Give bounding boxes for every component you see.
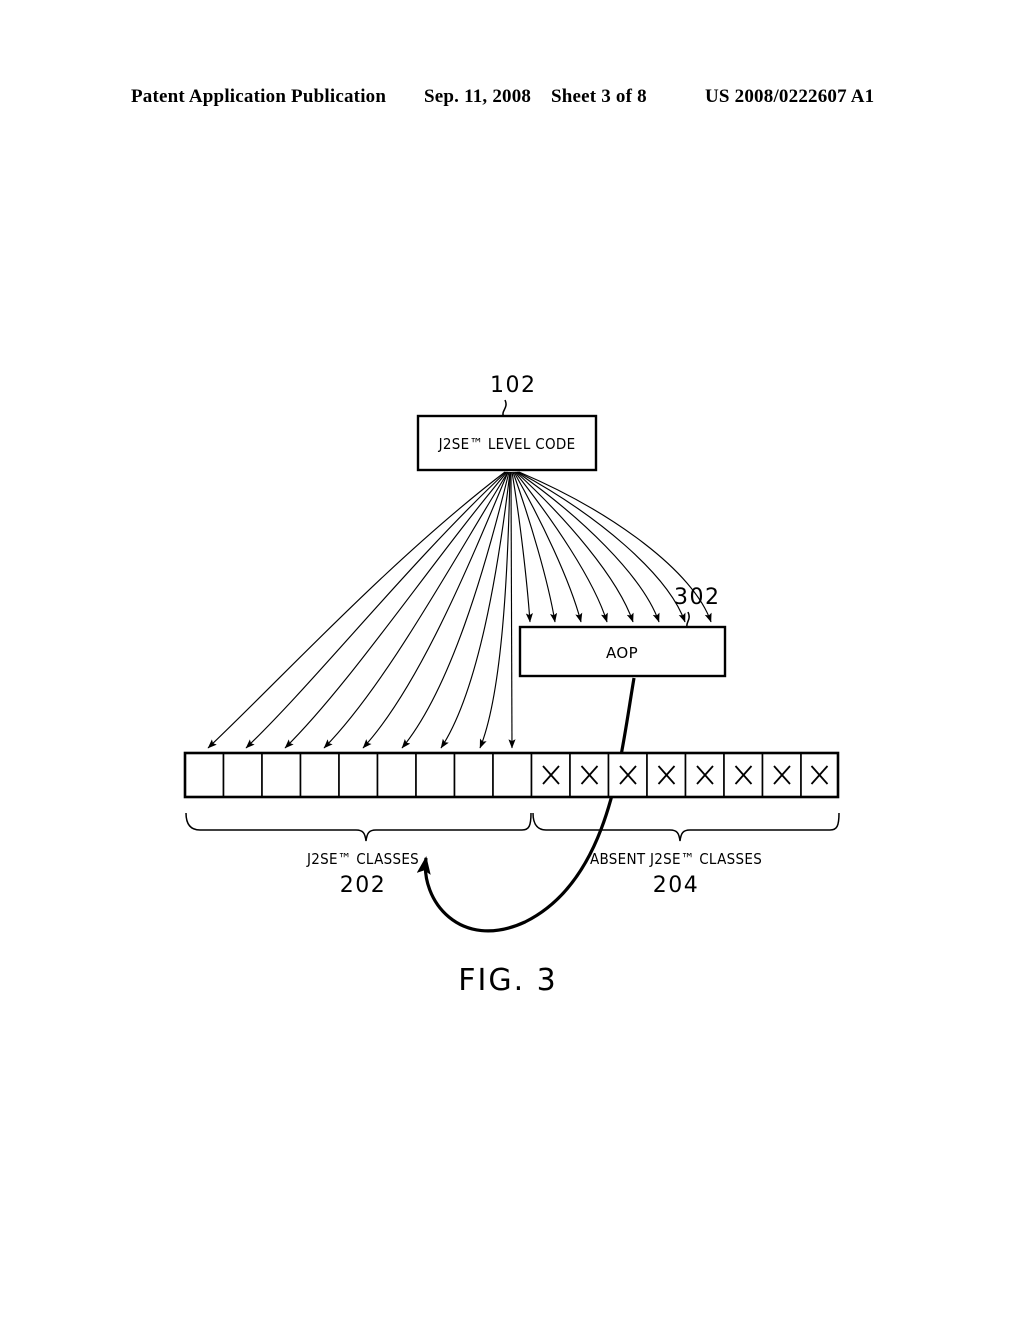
- ref-102-group: 102: [490, 373, 537, 419]
- class-slot-empty-6: [376, 752, 417, 798]
- ref-302-group: 302: [674, 585, 721, 631]
- label-j2se-classes-group: J2SE™ CLASSES 202: [306, 850, 419, 898]
- fan-arrow-4: [323, 471, 509, 749]
- fan-arrow-1: [207, 471, 506, 749]
- aop-arrow-7: [517, 471, 686, 623]
- figure-caption: FIG. 3: [458, 963, 558, 998]
- class-slot-empty-3: [261, 752, 302, 798]
- group-brace-absent-j2se-classes: [532, 812, 840, 842]
- aop-feedback-curved-arrow: [416, 677, 636, 933]
- class-slot-empty-9: [492, 752, 533, 798]
- class-slot-empty-5: [338, 752, 379, 798]
- aop-to-classes-curve: [416, 677, 636, 933]
- class-slot-empty-2: [222, 752, 263, 798]
- ref-number-204: 204: [653, 873, 700, 898]
- ref-number-102: 102: [490, 373, 537, 398]
- class-slot-empty-4: [299, 752, 340, 798]
- aop-arrow-2: [512, 471, 558, 623]
- fan-arrow-6: [401, 471, 510, 749]
- j2se-level-code-label: J2SE™ LEVEL CODE: [438, 435, 576, 453]
- aop-label: AOP: [606, 644, 638, 662]
- brace-right: [532, 812, 840, 842]
- aop-arrow-6: [516, 471, 660, 623]
- ref-number-202: 202: [340, 873, 387, 898]
- box-j2se-level-code: J2SE™ LEVEL CODE: [416, 414, 598, 472]
- fan-arrow-2: [245, 471, 507, 749]
- class-slot-empty-7: [415, 752, 456, 798]
- class-slot-row: [183, 751, 840, 799]
- box-aop: AOP: [518, 625, 727, 678]
- class-slot-empty-8: [453, 752, 494, 798]
- fan-arrow-9: [508, 471, 516, 749]
- group-brace-j2se-classes: [185, 812, 532, 842]
- label-absent-j2se-classes-group: ABSENT J2SE™ CLASSES 204: [590, 850, 762, 898]
- fan-arrow-7: [440, 471, 511, 749]
- fan-arrow-8: [479, 471, 511, 749]
- arrows-to-j2se-classes: [207, 471, 516, 749]
- class-slot-empty-1: [184, 752, 225, 798]
- brace-left: [185, 812, 532, 842]
- j2se-classes-label: J2SE™ CLASSES: [306, 850, 419, 868]
- figure-3-drawing: 102 J2SE™ LEVEL CODE 302 AOP J2SE™ CLASS…: [0, 0, 1024, 1320]
- absent-j2se-classes-label: ABSENT J2SE™ CLASSES: [590, 850, 762, 868]
- ref-number-302: 302: [674, 585, 721, 610]
- fan-arrow-3: [284, 471, 508, 749]
- fan-arrow-5: [362, 471, 509, 749]
